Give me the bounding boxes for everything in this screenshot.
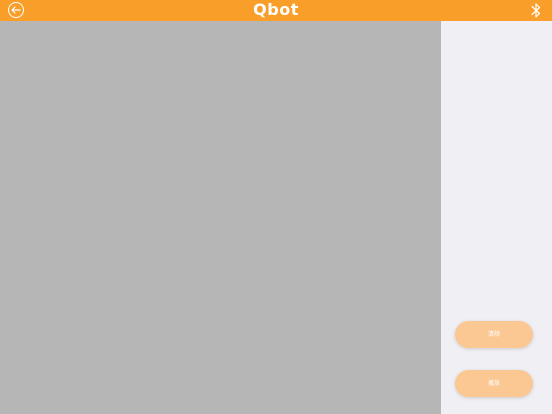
play-button[interactable]: 播放	[455, 370, 533, 397]
back-arrow-icon	[11, 6, 21, 14]
top-bar: Qbot	[0, 0, 552, 21]
back-button[interactable]	[8, 2, 24, 18]
bluetooth-icon[interactable]	[530, 2, 542, 19]
drawing-canvas[interactable]	[0, 21, 441, 414]
side-panel	[441, 21, 552, 414]
app-window: Qbot 清除 播放	[0, 0, 552, 414]
clear-button[interactable]: 清除	[455, 321, 533, 348]
brand-logo: Qbot	[253, 0, 299, 19]
